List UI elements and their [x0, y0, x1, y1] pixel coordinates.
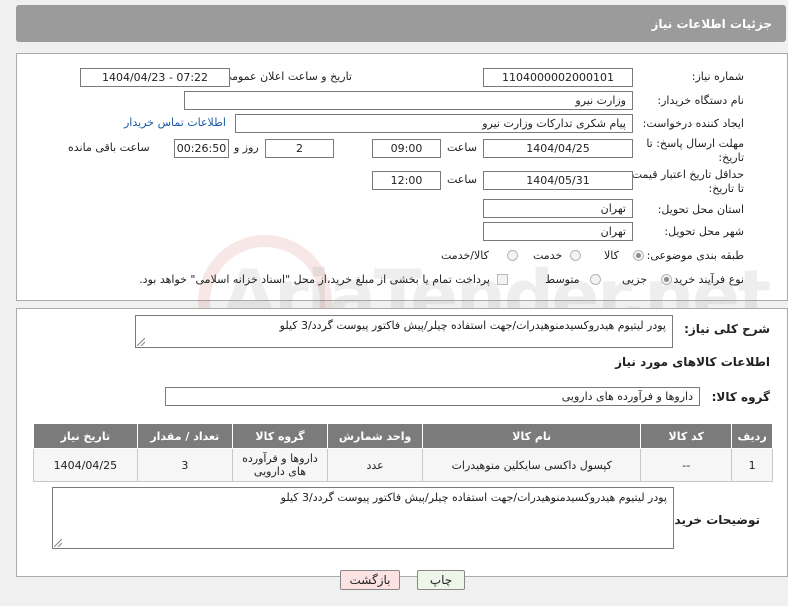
announce-datetime-field: 1404/04/23 - 07:22 [80, 68, 230, 87]
col-row: ردیف [731, 423, 773, 449]
announce-datetime-label: تاریخ و ساعت اعلان عمومی: [219, 70, 352, 83]
buyer-org-field: وزارت نیرو [184, 91, 633, 110]
process-radio-minor[interactable] [661, 274, 672, 285]
need-number-label: شماره نیاز: [691, 70, 744, 83]
table-header-row: ردیف کد کالا نام کالا واحد شمارش گروه کا… [33, 423, 773, 449]
reply-time-label: ساعت [447, 141, 477, 154]
category-option-service: خدمت [533, 249, 563, 262]
col-quantity: تعداد / مقدار [136, 423, 233, 449]
reply-deadline-label-2: تاریخ: [718, 151, 744, 164]
category-label: طبقه بندی موضوعی: [646, 249, 744, 262]
days-label: روز و [234, 141, 259, 154]
col-date: تاریخ نیاز [33, 423, 138, 449]
cell-code: -- [640, 448, 733, 482]
buyer-org-label: نام دستگاه خریدار: [657, 94, 744, 107]
goods-section-title: اطلاعات کالاهای مورد نیاز [615, 355, 770, 369]
category-option-goods: کالا [604, 249, 619, 262]
delivery-city-label: شهر محل تحویل: [664, 225, 744, 238]
description-label: شرح کلی نیاز: [684, 322, 770, 336]
process-option-medium: متوسط [545, 273, 580, 286]
reply-time-field: 09:00 [372, 139, 441, 158]
col-code: کد کالا [640, 423, 733, 449]
remaining-time-field: 00:26:50 [174, 139, 229, 158]
delivery-province-label: استان محل تحویل: [657, 203, 744, 216]
page-title: جزئیات اطلاعات نیاز [651, 16, 772, 31]
need-number-field: 1104000002000101 [483, 68, 633, 87]
requester-label: ایجاد کننده درخواست: [642, 117, 744, 130]
buyer-contact-link[interactable]: اطلاعات تماس خریدار [124, 116, 226, 129]
goods-group-field: داروها و فرآورده های دارویی [165, 387, 700, 406]
requester-field: پیام شکری تدارکات وزارت نیرو [235, 114, 633, 133]
category-option-goods-service: کالا/خدمت [441, 249, 489, 262]
treasury-payment-checkbox[interactable] [497, 274, 508, 285]
table-row: 1 -- کپسول داکسی سایکلین منوهیدرات عدد د… [33, 448, 773, 482]
resize-grip-icon[interactable] [137, 338, 145, 346]
print-button[interactable]: چاپ [417, 570, 465, 590]
reply-date-field: 1404/04/25 [483, 139, 633, 158]
description-textarea: پودر لیتیوم هیدروکسیدمنوهیدرات/جهت استفا… [135, 315, 673, 348]
buyer-notes-textarea: پودر لیتیوم هیدروکسیدمنوهیدرات/جهت استفا… [52, 487, 674, 549]
col-name: نام کالا [422, 423, 642, 449]
goods-group-label: گروه کالا: [711, 390, 770, 404]
col-group: گروه کالا [231, 423, 329, 449]
category-radio-service[interactable] [570, 250, 581, 261]
cell-group: داروها و فرآورده های دارویی [231, 448, 329, 482]
cell-date: 1404/04/25 [33, 448, 138, 482]
price-validity-time-field: 12:00 [372, 171, 441, 190]
cell-row: 1 [731, 448, 773, 482]
back-button[interactable]: بازگشت [340, 570, 400, 590]
delivery-province-field: تهران [483, 199, 633, 218]
category-radio-goods[interactable] [633, 250, 644, 261]
price-validity-label-2: تا تاریخ: [708, 182, 744, 195]
category-radio-goods-service[interactable] [507, 250, 518, 261]
delivery-city-field: تهران [483, 222, 633, 241]
days-field: 2 [265, 139, 334, 158]
process-radio-medium[interactable] [590, 274, 601, 285]
items-table: ردیف کد کالا نام کالا واحد شمارش گروه کا… [33, 423, 773, 482]
price-validity-date-field: 1404/05/31 [483, 171, 633, 190]
cell-unit: عدد [327, 448, 424, 482]
panel-header: جزئیات اطلاعات نیاز [16, 5, 786, 42]
purchase-process-label: نوع فرآیند خرید : [666, 273, 744, 286]
treasury-payment-note: پرداخت تمام یا بخشی از مبلغ خرید،از محل … [139, 273, 490, 286]
cell-name: کپسول داکسی سایکلین منوهیدرات [422, 448, 642, 482]
remaining-time-label: ساعت باقی مانده [68, 141, 150, 154]
price-validity-label: حداقل تاریخ اعتبار قیمت: [628, 168, 744, 181]
price-validity-time-label: ساعت [447, 173, 477, 186]
process-option-minor: جزیی [622, 273, 648, 286]
resize-grip-icon[interactable] [54, 539, 62, 547]
reply-deadline-label: مهلت ارسال پاسخ: تا [646, 137, 744, 150]
cell-quantity: 3 [136, 448, 233, 482]
col-unit: واحد شمارش [327, 423, 424, 449]
